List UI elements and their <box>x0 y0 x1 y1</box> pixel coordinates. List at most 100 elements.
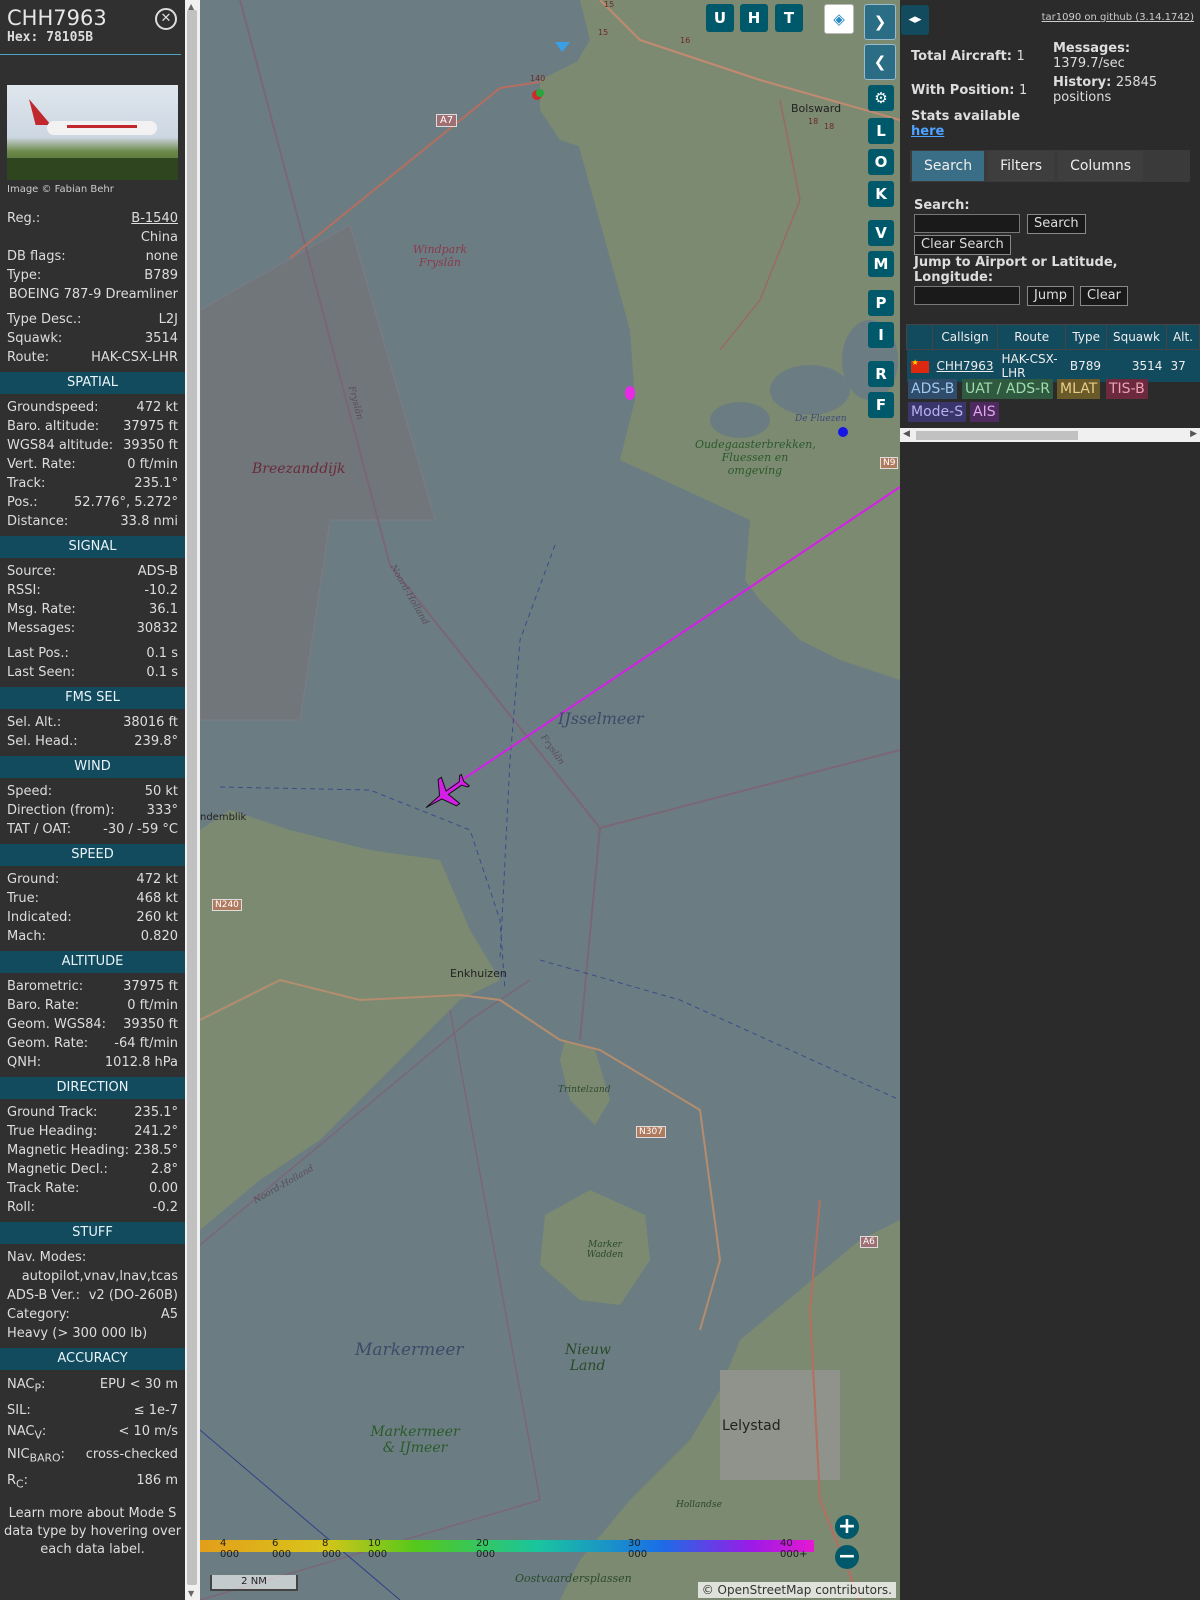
jump-input[interactable] <box>914 286 1020 305</box>
clear-button[interactable]: Clear <box>1080 286 1128 306</box>
info-row: TAT / OAT: -30 / -59 °C <box>7 820 178 839</box>
road-18b: 18 <box>824 122 835 131</box>
expand-collapse-icon[interactable]: ◂▸ <box>901 5 929 35</box>
info-value: -30 / -59 °C <box>103 822 178 837</box>
speed-rows: Ground: 472 kt True: 468 kt Indicated: 260 kt… <box>0 870 185 946</box>
aircraft-info-sidebar: CHH7963 Hex: 78105B ✕ Image © Fabian Beh… <box>0 0 185 1600</box>
info-row: Speed: 50 kt <box>7 782 178 801</box>
info-value: 238.5° <box>134 1143 178 1158</box>
toggle-h-button[interactable]: H <box>740 4 768 32</box>
toggle-t-button[interactable]: T <box>775 4 803 32</box>
table-horizontal-scrollbar[interactable]: ◀ ▶ <box>900 428 1200 442</box>
osm-attribution[interactable]: © OpenStreetMap contributors. <box>697 1582 896 1598</box>
info-label: Barometric: <box>7 979 84 994</box>
stats-here-link[interactable]: here <box>911 124 944 139</box>
info-label: RSSI: <box>7 583 41 598</box>
info-value: ADS-B <box>137 564 178 579</box>
sidebar-header: CHH7963 Hex: 78105B ✕ <box>0 0 181 55</box>
scrollbar-thumb[interactable] <box>187 10 197 1585</box>
search-input[interactable] <box>914 214 1020 233</box>
settings-gear-icon[interactable]: ⚙ <box>868 85 894 111</box>
road-a6: A6 <box>860 1236 878 1248</box>
map-canvas[interactable]: Bolsward Windpark Fryslân Breezanddijk I… <box>200 0 900 1600</box>
col-type[interactable]: Type <box>1065 324 1107 350</box>
toggle-r-button[interactable]: R <box>868 361 894 387</box>
registration-link[interactable]: B-1540 <box>131 209 178 228</box>
nacv-label: NACV: <box>7 1423 47 1442</box>
section-altitude: ALTITUDE <box>0 951 185 973</box>
col-flag[interactable] <box>906 324 933 350</box>
col-squawk[interactable]: Squawk <box>1105 324 1167 350</box>
info-value: 0 ft/min <box>127 457 178 472</box>
nicbaro-value: cross-checked <box>85 1447 178 1463</box>
table-row[interactable]: CHH7963 HAK-CSX-LHR B789 3514 37 <box>906 349 1200 382</box>
mode-s-help-text: Learn more about Mode S data type by hov… <box>3 1506 182 1558</box>
info-value: 39350 ft <box>123 1017 178 1032</box>
map-label-windpark: Windpark Fryslân <box>412 243 468 269</box>
section-accuracy: ACCURACY <box>0 1348 185 1370</box>
map-label-enkhuizen: Enkhuizen <box>450 967 507 980</box>
github-link[interactable]: tar1090 on github (3.14.1742) <box>1042 12 1194 23</box>
clear-search-button[interactable]: Clear Search <box>914 235 1011 255</box>
col-route[interactable]: Route <box>996 324 1067 350</box>
toggle-i-button[interactable]: I <box>868 322 894 348</box>
tab-filters[interactable]: Filters <box>988 151 1055 181</box>
row-type: B789 <box>1065 349 1107 382</box>
toggle-f-button[interactable]: F <box>868 392 894 418</box>
jump-button[interactable]: Jump <box>1027 286 1074 306</box>
layers-icon[interactable]: ◈ <box>824 4 854 34</box>
scroll-down-icon[interactable]: ▼ <box>188 1589 194 1598</box>
info-row: Source: ADS-B <box>7 562 178 581</box>
info-label: Baro. altitude: <box>7 419 100 434</box>
toggle-m-button[interactable]: M <box>868 251 894 277</box>
tab-search[interactable]: Search <box>912 151 985 181</box>
hscroll-thumb[interactable] <box>916 431 1078 440</box>
info-label: Speed: <box>7 784 53 799</box>
info-value: 33.8 nmi <box>120 514 178 529</box>
sil-value: ≤ 1e-7 <box>133 1402 178 1418</box>
info-row: Sel. Alt.: 38016 ft <box>7 713 178 732</box>
prev-aircraft-button[interactable]: ❮ <box>864 44 896 80</box>
row-alt: 37 <box>1166 349 1200 382</box>
info-label: Magnetic Decl.: <box>7 1162 108 1177</box>
scroll-left-icon[interactable]: ◀ <box>903 429 910 439</box>
source-mlat: MLAT <box>1057 379 1101 399</box>
sidebar-scrollbar[interactable]: ▲ ▼ <box>185 0 200 1600</box>
close-icon[interactable]: ✕ <box>155 8 177 30</box>
scroll-right-icon[interactable]: ▶ <box>1190 429 1197 439</box>
toggle-k-button[interactable]: K <box>868 181 894 207</box>
aircraft-table: Callsign Route Type Squawk Alt. CHH7963 … <box>906 324 1200 382</box>
toggle-o-button[interactable]: O <box>868 149 894 175</box>
zoom-in-button[interactable]: + <box>835 1515 859 1539</box>
info-label: Groundspeed: <box>7 400 99 415</box>
row-route: HAK-CSX-LHR <box>997 349 1066 382</box>
search-button[interactable]: Search <box>1027 214 1086 234</box>
row-callsign[interactable]: CHH7963 <box>932 349 998 382</box>
toggle-u-button[interactable]: U <box>706 4 734 32</box>
road-n307: N307 <box>636 1126 666 1138</box>
road-n9: N9 <box>880 457 899 469</box>
reg-label: Reg.: <box>7 211 41 226</box>
next-aircraft-button[interactable]: ❯ <box>864 4 896 40</box>
info-label: Magnetic Heading: <box>7 1143 130 1158</box>
info-row: RSSI: -10.2 <box>7 581 178 600</box>
info-row: Ground: 472 kt <box>7 870 178 889</box>
toggle-l-button[interactable]: L <box>868 118 894 144</box>
toggle-v-button[interactable]: V <box>868 220 894 246</box>
info-row: Mach: 0.820 <box>7 927 178 946</box>
col-alt[interactable]: Alt. <box>1165 324 1200 350</box>
zoom-out-button[interactable]: − <box>835 1545 859 1569</box>
toggle-p-button[interactable]: P <box>868 290 894 316</box>
alt-tick-10000: 10 000 <box>368 1538 388 1560</box>
info-row: Vert. Rate: 0 ft/min <box>7 455 178 474</box>
info-row: Groundspeed: 472 kt <box>7 398 178 417</box>
navmodes-label: Nav. Modes: <box>7 1250 87 1265</box>
squawk-value: 3514 <box>144 331 178 346</box>
col-callsign[interactable]: Callsign <box>932 324 998 350</box>
tab-columns[interactable]: Columns <box>1058 151 1143 181</box>
info-value: 52.776°, 5.272° <box>74 495 178 510</box>
image-credit: Image © Fabian Behr <box>7 184 114 195</box>
aircraft-photo[interactable] <box>7 85 178 180</box>
nicbaro-label: NICBARO: <box>7 1447 65 1465</box>
info-label: Messages: <box>7 621 76 636</box>
